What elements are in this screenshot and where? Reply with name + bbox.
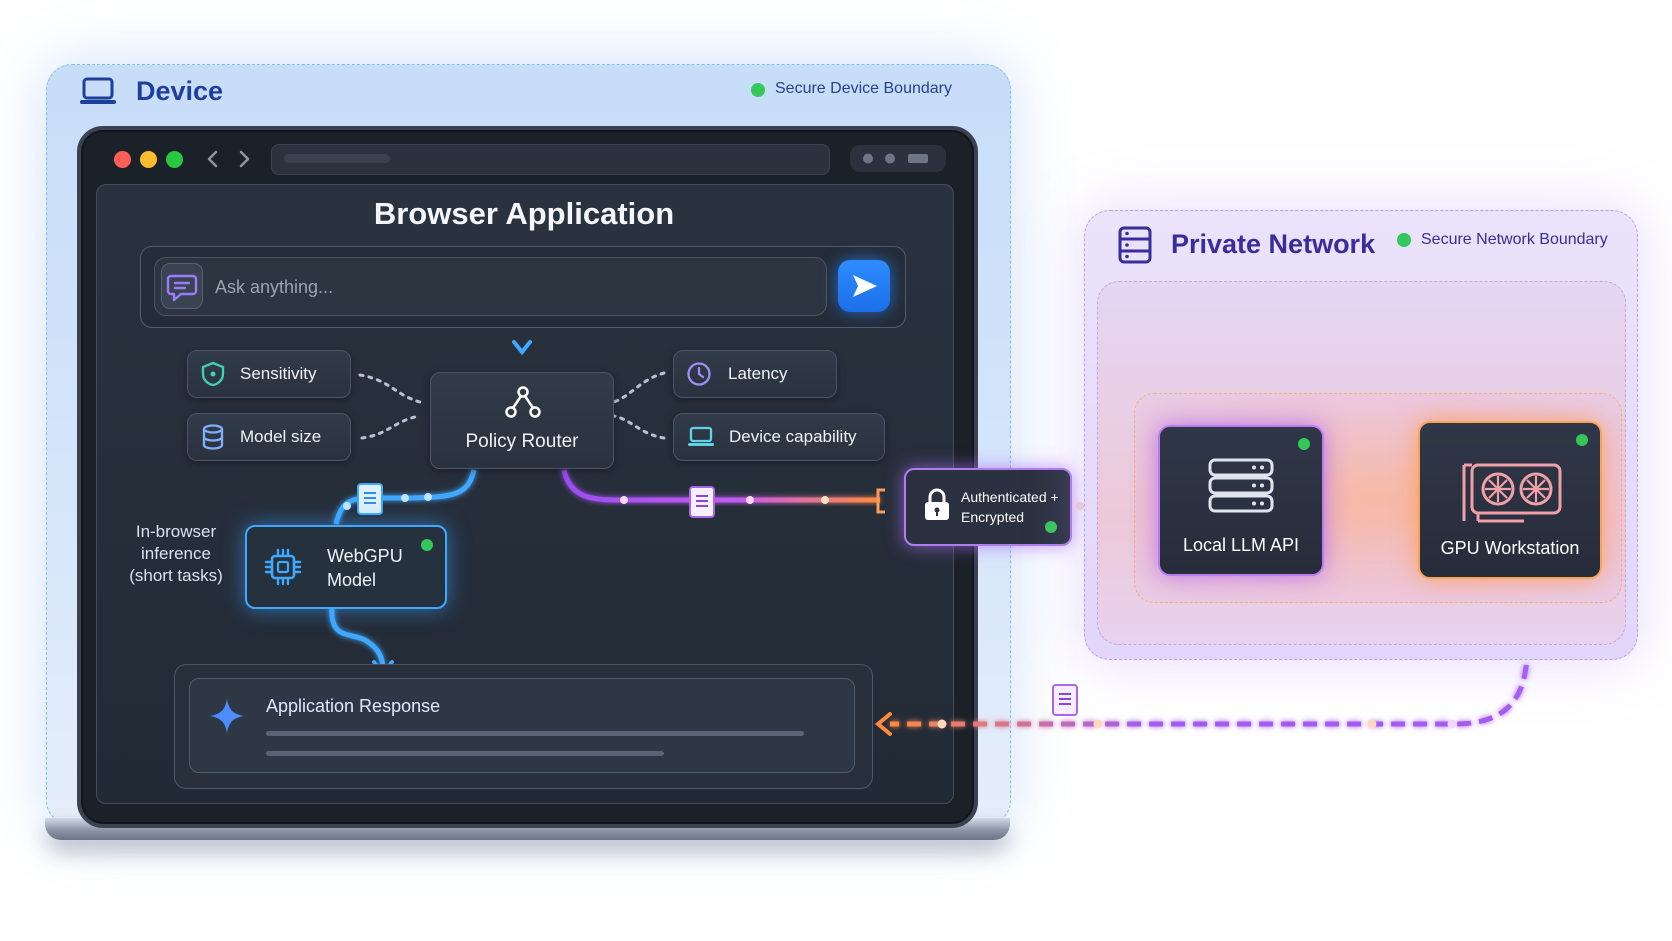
factor-device-capability-label: Device capability [729,427,857,446]
llm-status-dot [1298,438,1310,450]
policy-router-node: Policy Router [430,372,614,469]
network-status-dot [1397,233,1411,247]
factor-sensitivity: Sensitivity [187,350,351,398]
response-title: Application Response [266,696,441,716]
document-icon [689,486,715,518]
network-boundary-label: Secure Network Boundary [1421,231,1608,248]
document-icon [1052,684,1078,716]
factor-latency-label: Latency [728,364,788,383]
gpu-workstation-label: GPU Workstation [1440,538,1580,558]
gateway-label-line1: Authenticated + [961,489,1059,505]
webgpu-label-line1: WebGPU [327,546,403,566]
document-icon [357,483,383,515]
factor-device-capability: Device capability [673,413,885,461]
factor-latency: Latency [673,350,837,398]
webgpu-label-line2: Model [327,570,377,590]
response-placeholder-line [266,751,664,756]
lock-icon [925,488,949,520]
sparkle-icon [210,699,244,733]
gateway-status-dot [1045,521,1057,533]
webgpu-note-line3: (short tasks) [129,566,223,585]
response-card [189,678,855,773]
webgpu-model-node: WebGPU Model [245,525,447,609]
server-rack-icon [1118,226,1152,264]
gpu-workstation-node: GPU Workstation [1418,421,1602,579]
clock-icon [687,362,711,386]
gpu-status-dot [1576,434,1588,446]
gateway-label: Authenticated + Encrypted [961,487,1059,527]
webgpu-note-line2: inference [141,544,211,563]
database-icon [202,424,224,450]
policy-router-label: Policy Router [465,431,579,452]
local-llm-api-node: Local LLM API [1158,425,1324,576]
factor-sensitivity-label: Sensitivity [240,364,317,383]
network-title: Private Network [1171,229,1376,259]
shield-icon [201,361,225,387]
webgpu-note: In-browser inference (short tasks) [116,521,236,587]
local-llm-api-label: Local LLM API [1182,535,1300,555]
factor-model-size: Model size [187,413,351,461]
response-placeholder-line [266,731,804,736]
router-icon [505,386,541,418]
webgpu-note-line1: In-browser [135,522,217,541]
webgpu-status-dot [421,539,433,551]
gateway-label-line2: Encrypted [961,509,1025,525]
chip-icon [264,548,302,586]
server-icon [1208,458,1274,513]
factor-model-size-label: Model size [240,427,322,446]
gpu-icon [1462,463,1562,523]
laptop-small-icon [688,426,714,446]
